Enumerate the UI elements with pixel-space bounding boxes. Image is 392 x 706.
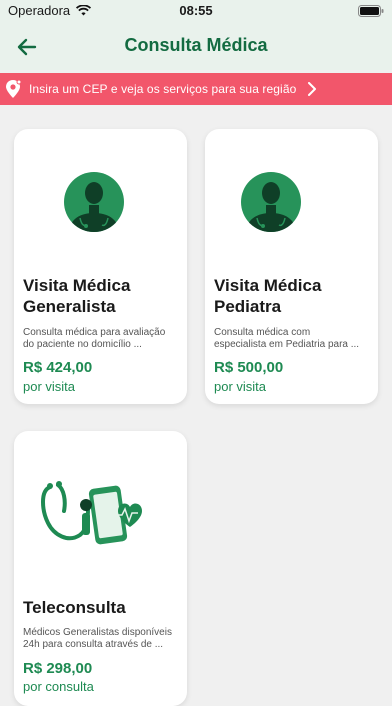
doctor-avatar-icon [241, 172, 301, 232]
location-pin-icon [6, 79, 22, 98]
service-card-teleconsulta[interactable]: Teleconsulta Médicos Generalistas dispon… [14, 431, 187, 706]
service-title: Visita Médica Generalista [23, 276, 131, 316]
service-price: R$ 298,00 [23, 660, 93, 677]
service-title: Visita Médica Pediatra [214, 276, 322, 316]
service-description: Consulta médica com especialista em Pedi… [214, 327, 360, 350]
chevron-right-icon [308, 82, 316, 96]
service-description: Médicos Generalistas disponíveis 24h par… [23, 627, 172, 650]
service-price: R$ 424,00 [23, 359, 93, 376]
doctor-avatar-icon [64, 172, 124, 232]
status-bar: Operadora 08:55 [0, 0, 392, 22]
service-title: Teleconsulta [23, 598, 126, 617]
stethoscope-phone-icon [41, 481, 142, 545]
battery-icon [358, 5, 384, 20]
app-header: Consulta Médica [0, 22, 392, 70]
status-time: 08:55 [179, 3, 213, 18]
cep-banner[interactable]: Insira um CEP e veja os serviços para su… [0, 73, 392, 105]
service-price-unit: por consulta [23, 679, 94, 694]
cep-banner-text: Insira um CEP e veja os serviços para su… [29, 82, 297, 96]
service-card-visita-generalista[interactable]: Visita Médica Generalista Consulta médic… [14, 129, 187, 404]
service-price-unit: por visita [23, 379, 76, 394]
page-title: Consulta Médica [124, 35, 268, 55]
service-card-visita-pediatra[interactable]: Visita Médica Pediatra Consulta médica c… [205, 129, 378, 404]
service-price-unit: por visita [214, 379, 267, 394]
service-description: Consulta médica para avaliação do pacien… [23, 327, 166, 350]
service-price: R$ 500,00 [214, 359, 284, 376]
